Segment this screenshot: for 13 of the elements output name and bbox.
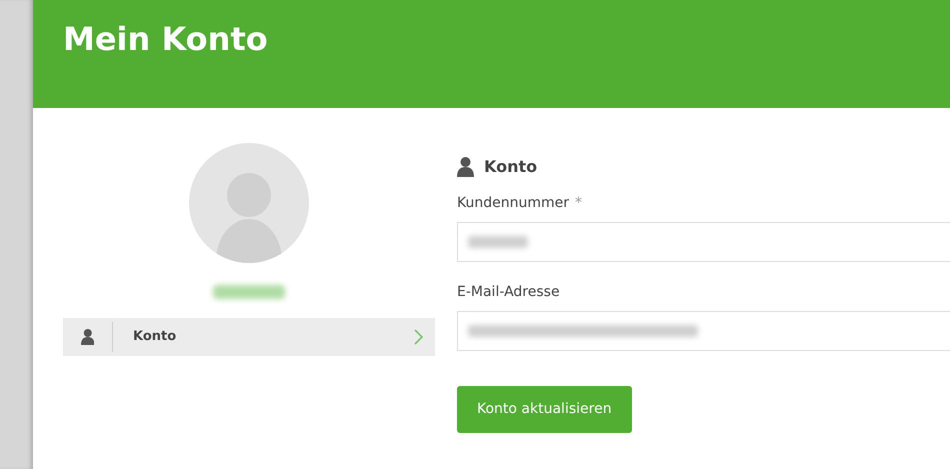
user-icon [80, 329, 94, 345]
required-mark: * [575, 195, 582, 211]
avatar-icon [189, 143, 309, 263]
input-field[interactable] [457, 222, 950, 262]
blurred-username [213, 285, 285, 299]
input-field[interactable] [457, 311, 950, 351]
user-icon [457, 157, 474, 177]
sidebar-menu-item[interactable]: Konto [63, 318, 435, 356]
field-label: E-Mail-Adresse [457, 284, 560, 300]
section-heading: Konto [484, 156, 538, 178]
chevron-right-icon [414, 329, 423, 345]
field-label: Kundennummer [457, 195, 569, 211]
page-title: Mein Konto [63, 20, 269, 58]
